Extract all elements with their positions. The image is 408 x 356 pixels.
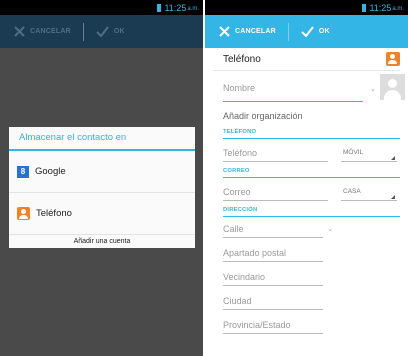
cancel-label: CANCELAR [30,28,71,35]
section-address: DIRECCIÓN [223,207,258,213]
divider [82,22,84,41]
right-screen: 11:25 a.m. CANCELAR OK Teléfono Nombre ⌄… [205,0,408,356]
battery-icon [157,3,162,12]
option-google-label: Google [35,166,66,177]
check-icon [96,26,109,37]
option-phone[interactable]: Teléfono [9,192,195,234]
po-box-field[interactable]: Apartado postal [205,241,408,265]
city-field[interactable]: Ciudad [205,289,408,313]
person-icon [17,207,30,220]
left-screen: 11:25 a.m. CANCELAR OK Almacenar el cont… [0,0,203,356]
po-box-placeholder: Apartado postal [223,248,287,258]
google-icon: 8 [17,165,29,178]
status-ampm: a.m. [187,6,199,12]
person-icon [386,52,400,66]
po-box-underline [223,261,323,262]
email-type-underline [341,200,397,201]
ok-button[interactable]: OK [301,26,330,37]
section-phone: TELÉFONO [223,129,257,135]
ok-label: OK [318,28,330,35]
status-time: 11:25 [369,2,392,13]
city-underline [223,309,323,310]
dialog-title: Almacenar el contacto en [19,132,127,143]
dropdown-triangle-icon [391,195,395,199]
email-type-select[interactable]: CASA [343,188,361,195]
neighborhood-placeholder: Vecindario [223,272,266,282]
phone-type-select[interactable]: MÓVIL [343,149,363,156]
account-selector[interactable]: Teléfono [205,48,408,70]
email-input[interactable]: Correo [223,187,251,197]
cancel-label: CANCELAR [235,28,276,35]
email-row: Correo CASA [205,178,408,205]
phone-input[interactable]: Teléfono [223,148,257,158]
street-placeholder: Calle [223,224,244,234]
neighborhood-underline [223,285,323,286]
divider [287,22,289,41]
status-bar: 11:25 a.m. [205,0,408,15]
close-icon [14,26,25,37]
name-placeholder: Nombre [223,83,256,93]
street-field[interactable]: Calle ⌄ [205,217,408,241]
status-bar: 11:25 a.m. [0,0,203,15]
city-placeholder: Ciudad [223,296,252,306]
contact-photo-icon[interactable] [380,74,405,100]
name-field[interactable]: Nombre ⌄ [205,71,408,105]
dropdown-triangle-icon [391,156,395,160]
option-google[interactable]: 8 Google [9,151,195,192]
status-ampm: a.m. [392,6,404,12]
state-underline [223,333,323,334]
state-field[interactable]: Provincia/Estado [205,313,408,337]
ok-label: OK [113,28,125,35]
phone-underline [223,161,328,162]
action-bar: CANCELAR OK [0,15,203,48]
section-email: CORREO [223,168,250,174]
chevron-down-icon[interactable]: ⌄ [370,85,376,93]
account-label: Teléfono [223,53,261,65]
neighborhood-field[interactable]: Vecindario [205,265,408,289]
battery-icon [362,3,367,12]
phone-row: Teléfono MÓVIL [205,139,408,166]
add-organization-button[interactable]: Añadir organización [205,105,408,127]
action-bar: CANCELAR OK [205,15,408,48]
option-phone-label: Teléfono [36,208,72,219]
cancel-button[interactable]: CANCELAR [14,26,71,37]
add-account-button[interactable]: Añadir una cuenta [9,234,195,249]
close-icon [219,26,230,37]
ok-button[interactable]: OK [96,26,125,37]
name-underline [223,101,363,102]
cancel-button[interactable]: CANCELAR [219,26,276,37]
status-time: 11:25 [164,2,187,13]
phone-type-underline [341,161,397,162]
street-underline [223,237,323,238]
store-contact-dialog: Almacenar el contacto en 8 Google Teléfo… [9,127,195,248]
chevron-down-icon[interactable]: ⌄ [327,225,333,233]
check-icon [301,26,314,37]
email-underline [223,200,328,201]
state-placeholder: Provincia/Estado [223,320,291,330]
